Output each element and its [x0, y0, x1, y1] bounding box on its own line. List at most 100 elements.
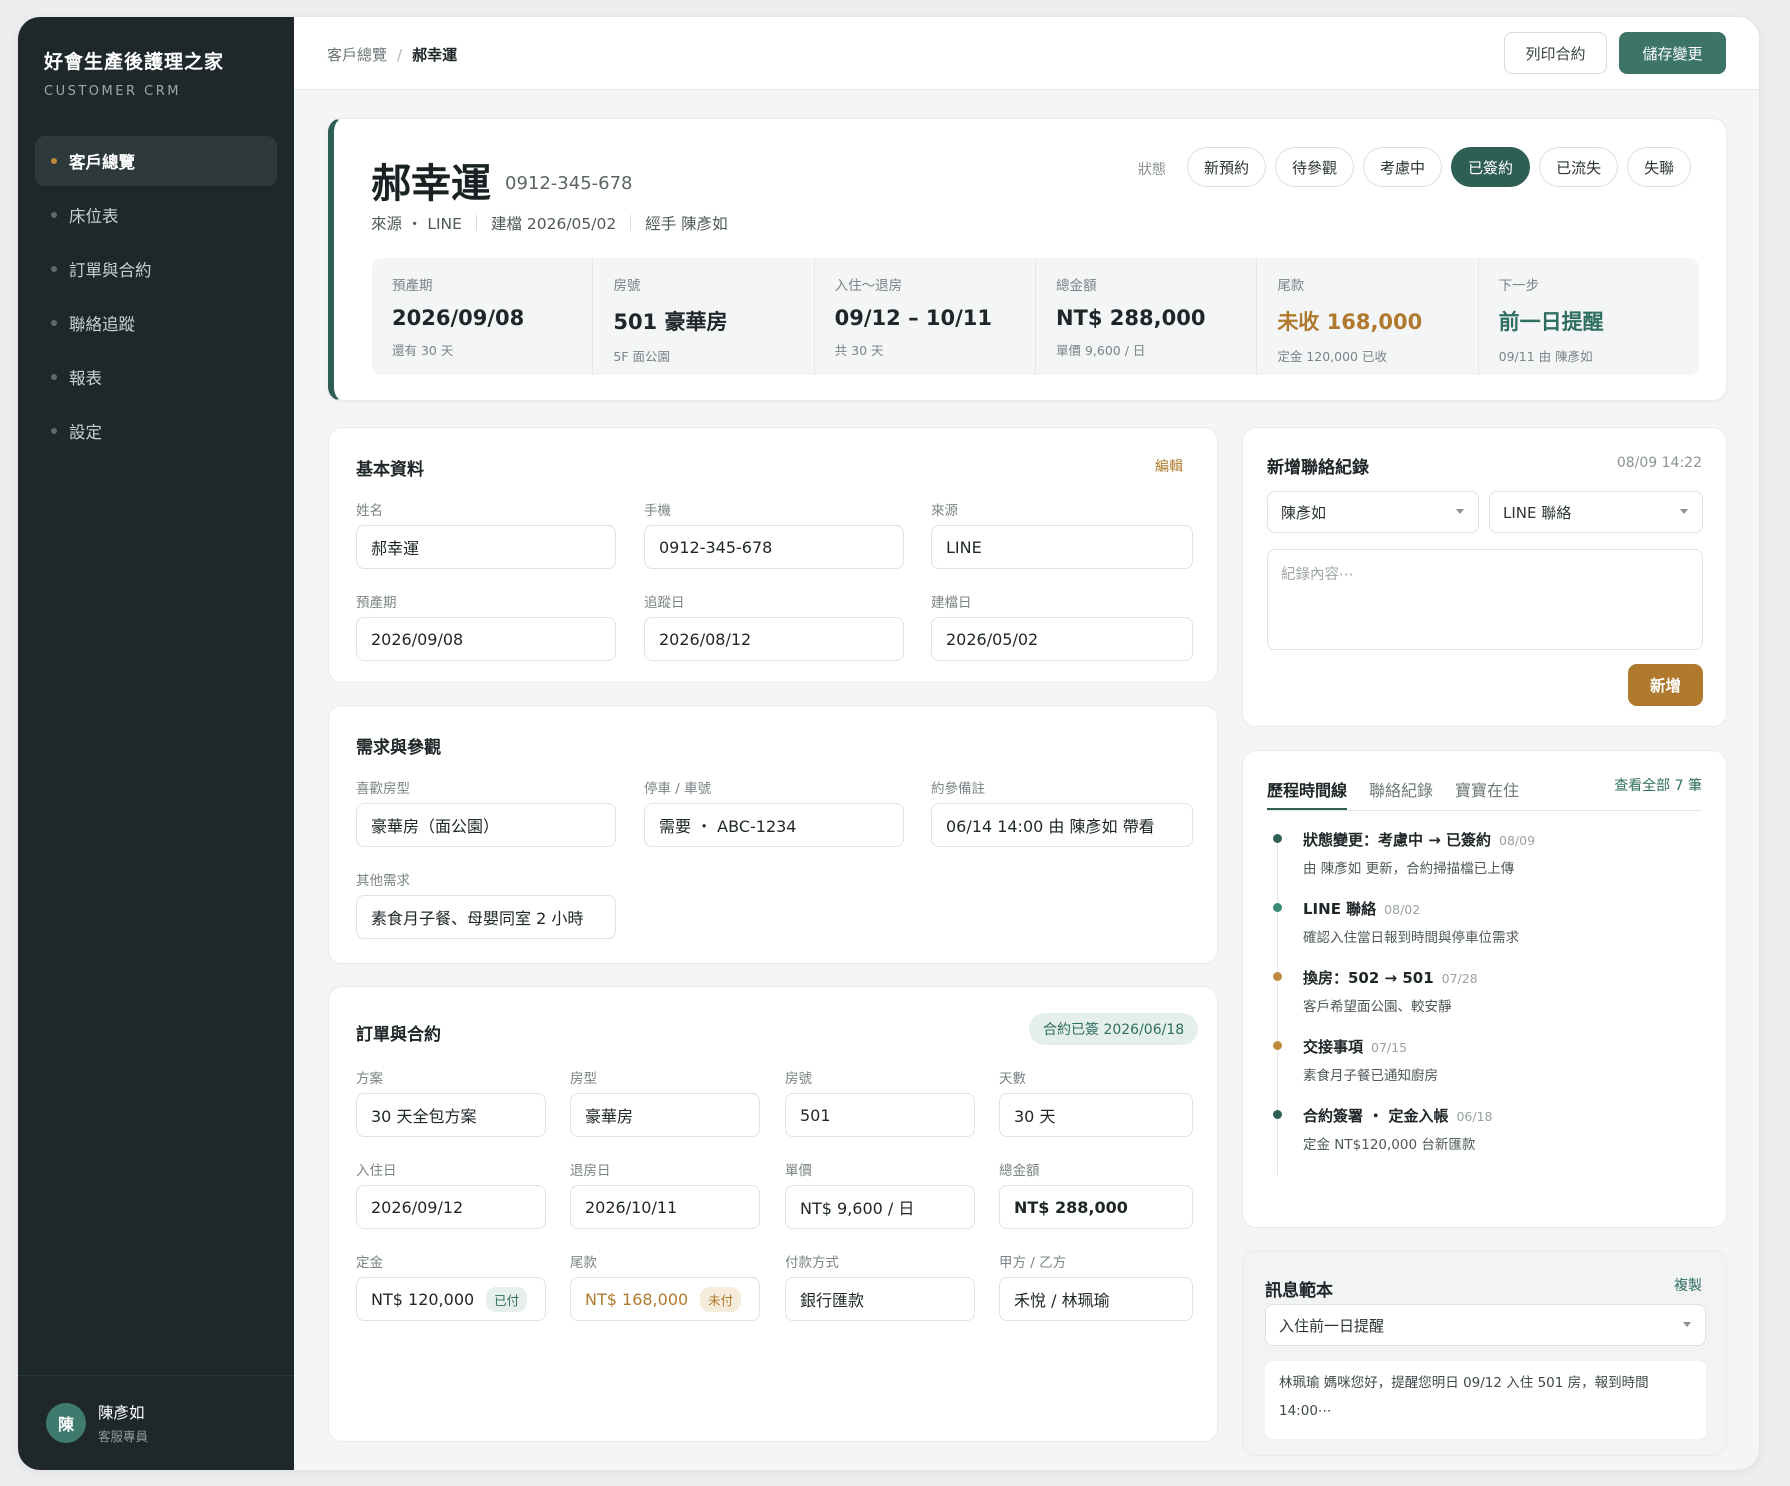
visit-note-field[interactable]: 06/14 14:00 由 陳彥如 帶看 [931, 803, 1193, 847]
timeline-dot-icon [1273, 1110, 1282, 1119]
status-pill-considering[interactable]: 考慮中 [1363, 147, 1443, 187]
days-field[interactable]: 30 天 [999, 1093, 1193, 1137]
balance-field[interactable]: NT$ 168,000 未付 [570, 1277, 760, 1321]
follow-date-field[interactable]: 2026/08/12 [644, 617, 904, 661]
breadcrumb-parent[interactable]: 客戶總覽 [327, 46, 387, 64]
brand-title: 好會生產後護理之家 [44, 51, 225, 73]
topbar: 客戶總覽 / 郝幸運 列印合約 儲存變更 [294, 17, 1759, 90]
field-label: 追蹤日 [644, 595, 685, 611]
sidebar: 好會生產後護理之家 CUSTOMER CRM 客戶總覽 床位表 訂單與合約 聯絡… [18, 17, 294, 1470]
stat-label: 房號 [613, 278, 641, 294]
name-field[interactable]: 郝幸運 [356, 525, 616, 569]
status-pill-unreachable[interactable]: 失聯 [1627, 147, 1692, 187]
summary-stats: 預產期 2026/09/08 還有 30 天 房號 501 豪華房 5F 面公園… [372, 258, 1699, 375]
sidebar-item-orders[interactable]: 訂單與合約 [35, 244, 277, 294]
edit-link[interactable]: 編輯 [1155, 456, 1183, 476]
user-name: 陳彥如 [98, 1404, 145, 1422]
template-select-value: 入住前一日提醒 [1279, 1316, 1385, 1335]
checkin-field[interactable]: 2026/09/12 [356, 1185, 546, 1229]
timeline-desc: 素食月子餐已通知廚房 [1303, 1068, 1438, 1084]
checkout-field[interactable]: 2026/10/11 [570, 1185, 760, 1229]
section-title: 新增聯絡紀錄 [1267, 458, 1369, 478]
plan-field[interactable]: 30 天全包方案 [356, 1093, 546, 1137]
status-pill-signed[interactable]: 已簽約 [1451, 147, 1531, 187]
status-pill-visit[interactable]: 待參觀 [1275, 147, 1355, 187]
timeline-item: 換房：502 → 501 07/28 客戶希望面公園、較安靜 [1273, 967, 1673, 1036]
view-all-link[interactable]: 查看全部 7 筆 [1614, 775, 1702, 795]
stat-label: 尾款 [1277, 278, 1305, 294]
timeline-item: 交接事項 07/15 素食月子餐已通知廚房 [1273, 1036, 1673, 1105]
tab-timeline[interactable]: 歷程時間線 [1267, 773, 1348, 810]
phone-field[interactable]: 0912-345-678 [644, 525, 904, 569]
unpaid-badge: 未付 [700, 1286, 742, 1312]
history-timeline-card: 歷程時間線 聯絡紀錄 寶寶在住 查看全部 7 筆 狀態變更：考慮中 → 已簽約 0… [1242, 750, 1727, 1228]
sidebar-item-contacts[interactable]: 聯絡追蹤 [35, 298, 277, 348]
parking-field[interactable]: 需要 ・ ABC-1234 [644, 803, 904, 847]
field-label: 退房日 [570, 1163, 611, 1179]
timeline-date: 07/15 [1371, 1040, 1408, 1055]
stat-stay: 入住～退房 09/12 – 10/11 共 30 天 [815, 258, 1036, 375]
staff-select[interactable]: 陳彥如 [1267, 491, 1479, 533]
template-select[interactable]: 入住前一日提醒 [1265, 1304, 1706, 1346]
stat-total: 總金額 NT$ 288,000 單價 9,600 / 日 [1036, 258, 1258, 375]
status-selector: 新預約 待參觀 考慮中 已簽約 已流失 失聯 [1187, 147, 1700, 187]
nav-dot-icon [51, 374, 57, 380]
staff-select-value: 陳彥如 [1281, 503, 1327, 522]
breadcrumb: 客戶總覽 / 郝幸運 [327, 44, 457, 65]
channel-select[interactable]: LINE 聯絡 [1489, 491, 1703, 533]
stat-due-date: 預產期 2026/09/08 還有 30 天 [372, 258, 594, 375]
stat-value: 501 豪華房 [613, 310, 728, 334]
timeline-item: LINE 聯絡 08/02 確認入住當日報到時間與停車位需求 [1273, 898, 1673, 967]
field-label: 尾款 [570, 1255, 597, 1271]
tab-contacts[interactable]: 聯絡紀錄 [1369, 773, 1433, 810]
unit-price-field[interactable]: NT$ 9,600 / 日 [785, 1185, 975, 1229]
customer-phone: 0912-345-678 [505, 173, 633, 194]
copy-link[interactable]: 複製 [1674, 1275, 1702, 1295]
stat-value: 前一日提醒 [1498, 310, 1604, 334]
nav-dot-icon [51, 320, 57, 326]
preferred-room-field[interactable]: 豪華房（面公園） [356, 803, 616, 847]
timeline-list: 狀態變更：考慮中 → 已簽約 08/09 由 陳彥如 更新，合約掃描檔已上傳 LI… [1273, 829, 1673, 1175]
timeline-date: 08/02 [1384, 902, 1421, 917]
total-field[interactable]: NT$ 288,000 [999, 1185, 1193, 1229]
tab-baby[interactable]: 寶寶在住 [1455, 773, 1519, 810]
stat-next-step: 下一步 前一日提醒 09/11 由 陳彥如 [1479, 258, 1699, 375]
nav-dot-icon [51, 212, 57, 218]
print-contract-button[interactable]: 列印合約 [1504, 32, 1607, 74]
other-needs-field[interactable]: 素食月子餐、母嬰同室 2 小時 [356, 895, 616, 939]
save-button[interactable]: 儲存變更 [1619, 32, 1726, 74]
room-number-field[interactable]: 501 [785, 1093, 975, 1137]
field-label: 來源 [931, 503, 958, 519]
sidebar-item-reports[interactable]: 報表 [35, 352, 277, 402]
stat-label: 預產期 [392, 278, 433, 294]
add-contact-button[interactable]: 新增 [1628, 664, 1703, 706]
created-date-field[interactable]: 2026/05/02 [931, 617, 1193, 661]
sidebar-item-settings[interactable]: 設定 [35, 406, 277, 456]
sidebar-item-label: 訂單與合約 [69, 261, 152, 280]
room-type-field[interactable]: 豪華房 [570, 1093, 760, 1137]
timeline-heading: 合約簽署 ・ 定金入帳 06/18 [1303, 1105, 1673, 1126]
field-label: 姓名 [356, 503, 383, 519]
user-info: 陳彥如 客服專員 [98, 1401, 148, 1445]
message-template-card: 訊息範本 複製 入住前一日提醒 林珮瑜 媽咪您好，提醒您明日 09/12 入住 … [1242, 1250, 1727, 1456]
field-label: 定金 [356, 1255, 383, 1271]
sidebar-item-customers[interactable]: 客戶總覽 [35, 136, 277, 186]
status-pill-lost[interactable]: 已流失 [1539, 147, 1619, 187]
deposit-field[interactable]: NT$ 120,000 已付 [356, 1277, 546, 1321]
field-label: 天數 [999, 1071, 1026, 1087]
parties-field[interactable]: 禾悅 / 林珮瑜 [999, 1277, 1193, 1321]
stat-label: 下一步 [1498, 278, 1540, 294]
due-date-field[interactable]: 2026/09/08 [356, 617, 616, 661]
stat-note: 還有 30 天 [392, 343, 454, 358]
sidebar-item-beds[interactable]: 床位表 [35, 190, 277, 240]
timeline-dot-icon [1273, 834, 1282, 843]
timeline-desc: 確認入住當日報到時間與停車位需求 [1303, 930, 1519, 946]
current-user[interactable]: 陳 陳彥如 客服專員 [18, 1375, 294, 1470]
contract-signed-badge: 合約已簽 2026/06/18 [1029, 1013, 1199, 1045]
source-field[interactable]: LINE [931, 525, 1193, 569]
payment-method-field[interactable]: 銀行匯款 [785, 1277, 975, 1321]
contact-note-input[interactable]: 紀錄內容⋯ [1267, 549, 1703, 650]
brand-subtitle: CUSTOMER CRM [44, 84, 181, 99]
status-pill-new[interactable]: 新預約 [1187, 147, 1267, 187]
status-label: 狀態 [1138, 162, 1166, 178]
